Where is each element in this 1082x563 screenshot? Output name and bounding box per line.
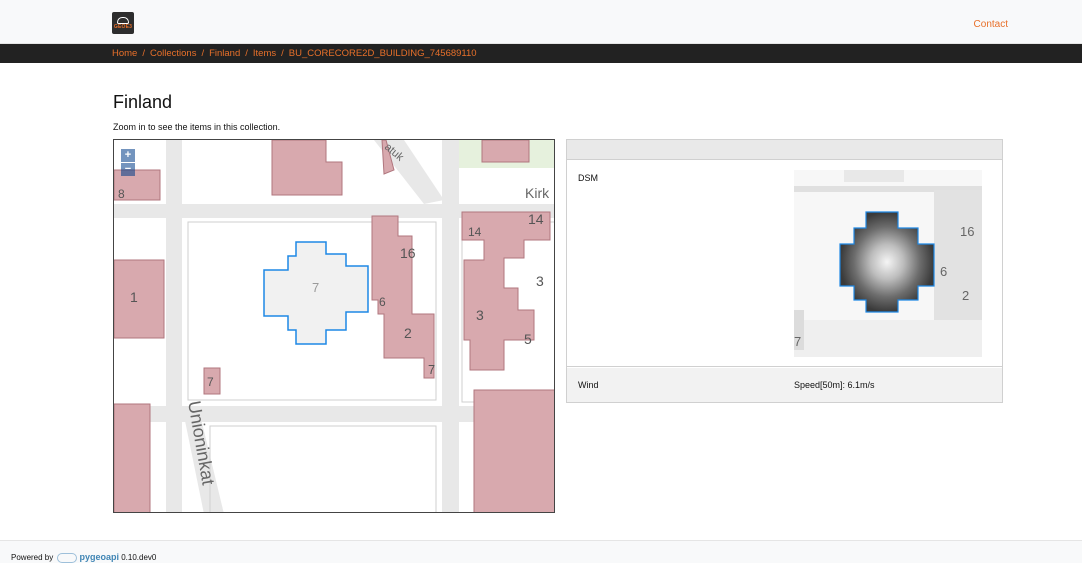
building-number: 7: [207, 375, 214, 389]
powered-by-text: Powered by: [11, 553, 54, 562]
breadcrumb-separator: /: [281, 48, 284, 59]
row-value-wind: Speed[50m]: 6.1m/s: [794, 380, 875, 390]
breadcrumb-items[interactable]: Items: [253, 48, 276, 59]
dsm-number: 16: [960, 224, 974, 239]
breadcrumb-home[interactable]: Home: [112, 48, 137, 59]
brand-logo[interactable]: GEOE3: [112, 12, 134, 34]
powered-by: Powered by pygeoapi 0.10.dev0: [11, 552, 156, 563]
building-number: 3: [536, 273, 544, 289]
breadcrumb: Home / Collections / Finland / Items / BU_CORECO…: [112, 48, 477, 59]
zoom-in-button[interactable]: +: [121, 149, 135, 162]
breadcrumb-separator: /: [245, 48, 248, 59]
building-number: 5: [524, 331, 532, 347]
row-label-wind: Wind: [578, 380, 599, 390]
dsm-number: 2: [962, 288, 969, 303]
page-title: Finland: [113, 92, 173, 112]
breadcrumb-bar: Home / Collections / Finland / Items / BU_CORECO…: [0, 44, 1082, 63]
building-number: 6: [379, 295, 386, 309]
building: [114, 403, 151, 512]
building-number: 2: [404, 325, 412, 341]
version-text: 0.10.dev0: [121, 553, 157, 562]
breadcrumb-separator: /: [201, 48, 205, 59]
table-header: [567, 140, 1002, 160]
page-subtitle: Zoom in to see the items in this collect…: [113, 122, 281, 132]
zoom-controls: + −: [121, 149, 135, 176]
top-navbar: GEOE3 Contact: [0, 0, 1082, 44]
road: [442, 140, 459, 512]
properties-table: DSM 16 6 2 7 Wind Speed[50m]: 6.1m/s: [566, 139, 1003, 403]
logo-text: GEOE3: [113, 23, 133, 30]
table-row: DSM 16 6 2 7: [567, 161, 1002, 367]
building-number: 14: [468, 225, 482, 239]
dsm-image: 16 6 2 7: [794, 170, 982, 357]
road: [166, 140, 182, 512]
building: [114, 259, 165, 339]
breadcrumb-finland[interactable]: Finland: [209, 48, 240, 59]
building-number: 8: [118, 187, 125, 201]
dsm-number: 6: [940, 264, 947, 279]
building-number: 3: [476, 307, 484, 323]
zoom-out-button[interactable]: −: [121, 163, 135, 176]
building: [473, 389, 554, 512]
building-number: 7: [312, 280, 319, 295]
pygeoapi-link[interactable]: pygeoapi: [79, 552, 119, 562]
table-row: Wind Speed[50m]: 6.1m/s: [567, 368, 1002, 402]
building-number: 7: [428, 362, 435, 377]
breadcrumb-separator: /: [142, 48, 145, 59]
building: [481, 140, 530, 163]
breadcrumb-collections[interactable]: Collections: [150, 48, 196, 59]
map-canvas[interactable]: 1 7 16 14 14 3 6 2 3 5 7 7 8 Kirk atuk U…: [114, 140, 555, 513]
cloud-icon: [117, 16, 129, 24]
building-number: 14: [528, 211, 544, 227]
row-label-dsm: DSM: [578, 173, 598, 183]
building-number: 1: [130, 289, 138, 305]
contact-link[interactable]: Contact: [974, 19, 1008, 30]
dsm-number: 7: [794, 334, 801, 349]
pygeoapi-logo-icon: [57, 552, 78, 563]
footer: Powered by pygeoapi 0.10.dev0: [0, 540, 1082, 563]
street-label: Kirk: [525, 185, 550, 201]
map-view[interactable]: 1 7 16 14 14 3 6 2 3 5 7 7 8 Kirk atuk U…: [113, 139, 555, 513]
breadcrumb-current-item[interactable]: BU_CORECORE2D_BUILDING_745689110: [289, 48, 477, 59]
building-number: 16: [400, 245, 416, 261]
